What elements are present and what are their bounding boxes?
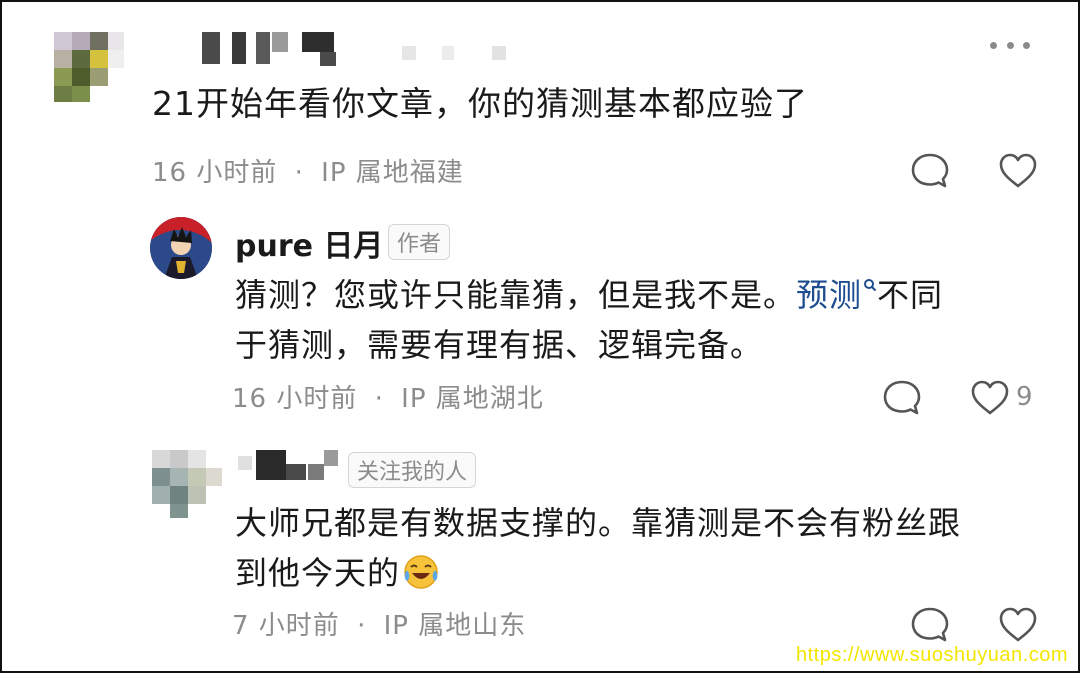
author-avatar[interactable] <box>150 217 212 279</box>
follower-reply-meta: 7 小时前 · IP 属地山东 <box>232 605 526 642</box>
predict-link[interactable]: 预测 <box>796 276 877 314</box>
follower-reply-text: 大师兄都是有数据支撑的。靠猜测是不会有粉丝跟 到他今天的 <box>235 498 1055 598</box>
author-reply-meta: 16 小时前 · IP 属地湖北 <box>232 378 544 415</box>
reply-time: 7 小时前 <box>232 611 340 641</box>
more-dots-icon[interactable] <box>990 38 1030 52</box>
predict-link-label: 预测 <box>796 276 863 314</box>
author-tag: 作者 <box>388 224 451 260</box>
reply-text-line2: 于猜测，需要有理有据、逻辑完备。 <box>235 326 764 364</box>
follower-tag: 关注我的人 <box>348 452 477 488</box>
reply-ip: IP 属地湖北 <box>401 384 544 414</box>
search-icon <box>864 279 877 292</box>
author-reply-text: 猜测？您或许只能靠猜，但是我不是。预测 不同 于猜测，需要有理有据、逻辑完备。 <box>235 270 1035 370</box>
comment-thread: 21开始年看你文章，你的猜测基本都应验了 16 小时前 · IP 属地福建 pu… <box>0 0 1080 673</box>
commenter-avatar[interactable] <box>54 32 124 102</box>
like-count: 9 <box>1016 382 1033 412</box>
reply-text-part: 猜测？您或许只能靠猜，但是我不是。 <box>235 276 797 314</box>
watermark-url: https://www.suoshuyuan.com <box>795 644 1068 666</box>
laughing-crying-emoji-icon <box>404 555 438 589</box>
comment-meta: 16 小时前 · IP 属地福建 <box>152 152 464 189</box>
heart-icon[interactable] <box>998 606 1038 644</box>
comment-time: 16 小时前 <box>152 158 278 188</box>
follower-avatar[interactable] <box>152 450 222 520</box>
author-name[interactable]: pure 日月 <box>235 221 383 265</box>
comment-text: 21开始年看你文章，你的猜测基本都应验了 <box>152 84 808 123</box>
meta-separator: · <box>294 158 304 188</box>
comment-ip: IP 属地福建 <box>321 158 464 188</box>
follower-name-redacted[interactable] <box>238 450 348 486</box>
reply-text-line1: 大师兄都是有数据支撑的。靠猜测是不会有粉丝跟 <box>235 504 962 542</box>
heart-icon[interactable] <box>970 379 1010 417</box>
reply-text-part: 不同 <box>877 276 944 314</box>
reply-time: 16 小时前 <box>232 384 358 414</box>
meta-separator: · <box>374 384 384 414</box>
commenter-name-redacted[interactable] <box>202 32 522 68</box>
comment-bubble-icon[interactable] <box>882 379 922 417</box>
meta-separator: · <box>357 611 367 641</box>
reply-text-line2: 到他今天的 <box>235 554 401 592</box>
reply-ip: IP 属地山东 <box>383 611 527 641</box>
heart-icon[interactable] <box>998 152 1038 190</box>
comment-bubble-icon[interactable] <box>910 152 950 190</box>
comment-bubble-icon[interactable] <box>910 606 950 644</box>
